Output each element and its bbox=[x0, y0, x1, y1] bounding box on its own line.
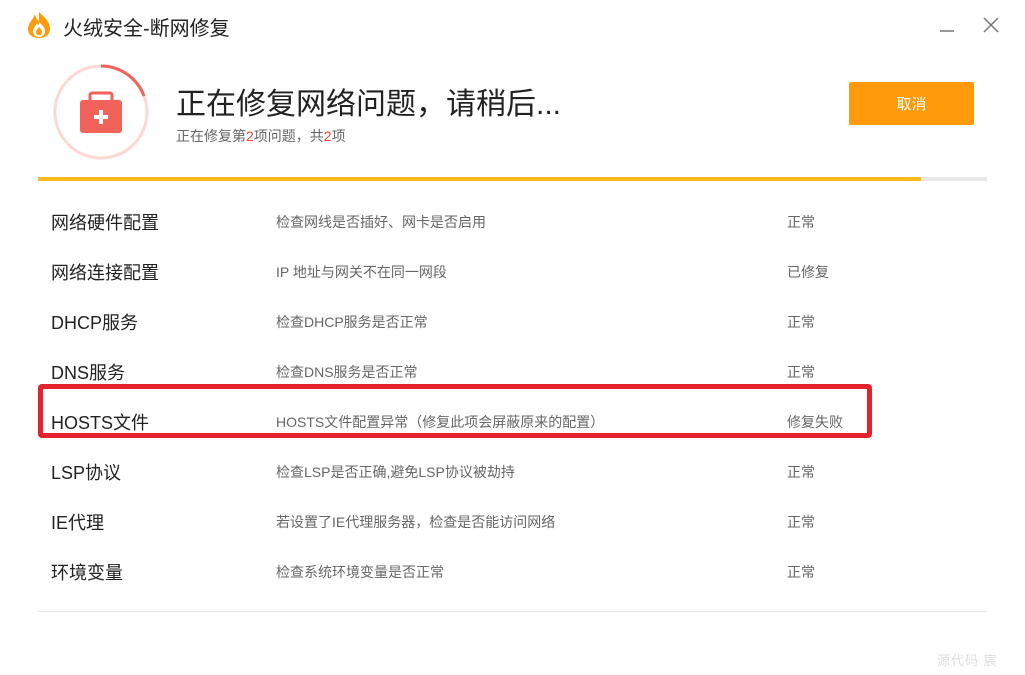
check-item-description: 检查网线是否插好、网卡是否启用 bbox=[276, 214, 486, 230]
minimize-button[interactable] bbox=[934, 12, 960, 38]
minimize-icon bbox=[940, 30, 954, 32]
app-title: 火绒安全-断网修复 bbox=[63, 18, 230, 40]
close-icon bbox=[983, 17, 999, 33]
check-item-description: 检查系统环境变量是否正常 bbox=[276, 564, 444, 580]
check-item-name: HOSTS文件 bbox=[51, 413, 150, 433]
check-item-status: 已修复 bbox=[787, 264, 829, 280]
check-item-name: DNS服务 bbox=[51, 363, 126, 383]
progress-text-middle: 项问题，共 bbox=[253, 128, 324, 144]
repair-status-title: 正在修复网络问题，请稍后... bbox=[176, 88, 562, 121]
check-item-description: IP 地址与网关不在同一网段 bbox=[276, 264, 447, 280]
check-item-status: 正常 bbox=[787, 464, 815, 480]
check-item-status: 修复失败 bbox=[787, 414, 843, 430]
check-item-description: 检查DHCP服务是否正常 bbox=[276, 314, 428, 330]
check-item-description: 若设置了IE代理服务器，检查是否能访问网络 bbox=[276, 514, 556, 530]
check-item-environment-variables: 环境变量 检查系统环境变量是否正常 正常 bbox=[38, 545, 987, 595]
check-item-name: 环境变量 bbox=[51, 563, 123, 583]
check-item-description: 检查LSP是否正确,避免LSP协议被劫持 bbox=[276, 464, 515, 480]
check-item-network-connection: 网络连接配置 IP 地址与网关不在同一网段 已修复 bbox=[38, 245, 987, 295]
repair-status-icon bbox=[53, 64, 149, 160]
check-item-description: 检查DNS服务是否正常 bbox=[276, 364, 418, 380]
check-item-name: IE代理 bbox=[51, 513, 105, 533]
huorong-flame-logo-icon bbox=[28, 12, 50, 38]
check-item-network-hardware: 网络硬件配置 检查网线是否插好、网卡是否启用 正常 bbox=[38, 195, 987, 245]
repair-progress-text: 正在修复第2项问题，共2项 bbox=[176, 126, 346, 146]
check-item-description: HOSTS文件配置异常（修复此项会屏蔽原来的配置） bbox=[276, 414, 605, 430]
check-item-dhcp: DHCP服务 检查DHCP服务是否正常 正常 bbox=[38, 295, 987, 345]
check-item-hosts-file: HOSTS文件 HOSTS文件配置异常（修复此项会屏蔽原来的配置） 修复失败 bbox=[38, 395, 987, 445]
first-aid-kit-icon bbox=[80, 91, 122, 133]
progress-text-suffix: 项 bbox=[331, 128, 346, 144]
check-item-name: 网络连接配置 bbox=[51, 263, 159, 283]
check-item-name: DHCP服务 bbox=[51, 313, 139, 333]
check-item-status: 正常 bbox=[787, 364, 815, 380]
check-item-lsp: LSP协议 检查LSP是否正确,避免LSP协议被劫持 正常 bbox=[38, 445, 987, 495]
bottom-divider bbox=[38, 611, 987, 612]
check-item-ie-proxy: IE代理 若设置了IE代理服务器，检查是否能访问网络 正常 bbox=[38, 495, 987, 545]
cancel-button[interactable]: 取消 bbox=[849, 82, 974, 125]
title-bar: 火绒安全-断网修复 bbox=[0, 0, 1025, 52]
check-item-dns: DNS服务 检查DNS服务是否正常 正常 bbox=[38, 345, 987, 395]
total-item-count: 2 bbox=[323, 128, 332, 144]
progress-text-prefix: 正在修复第 bbox=[176, 128, 246, 144]
repair-progress-fill bbox=[38, 177, 921, 181]
check-item-name: LSP协议 bbox=[51, 463, 122, 483]
check-item-status: 正常 bbox=[787, 514, 815, 530]
check-item-status: 正常 bbox=[787, 314, 815, 330]
check-item-status: 正常 bbox=[787, 214, 815, 230]
current-item-count: 2 bbox=[246, 128, 254, 144]
check-item-status: 正常 bbox=[787, 564, 815, 580]
check-item-name: 网络硬件配置 bbox=[51, 213, 159, 233]
repair-progress-bar bbox=[38, 177, 987, 181]
close-button[interactable] bbox=[978, 12, 1004, 38]
watermark: 源代码 宸 bbox=[937, 653, 998, 668]
